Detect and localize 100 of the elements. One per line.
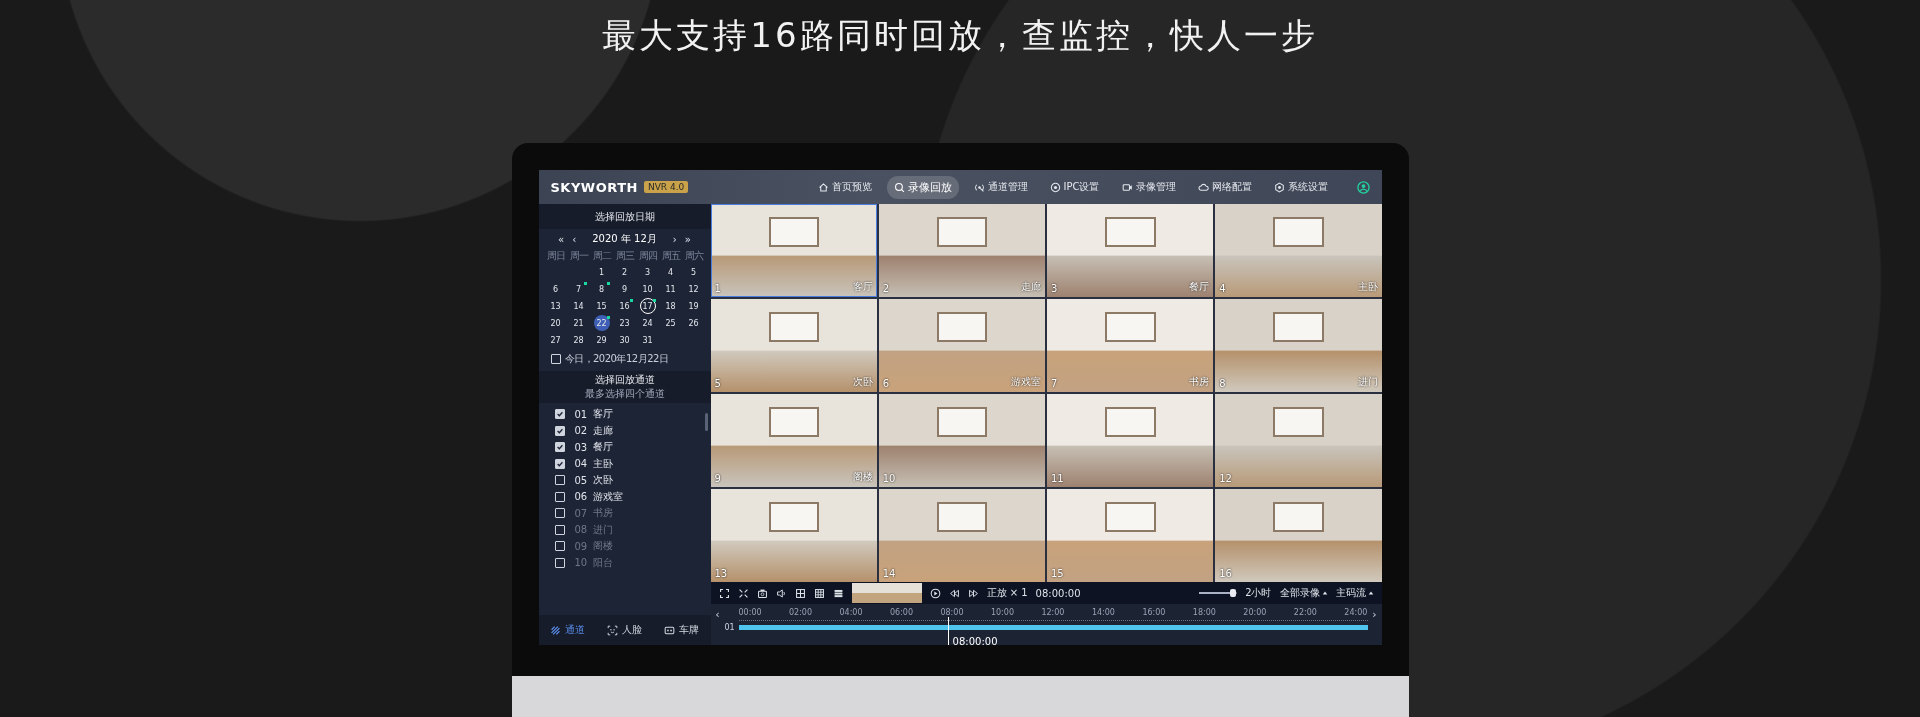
calendar-day[interactable]: 9 — [616, 281, 633, 297]
checkbox[interactable] — [554, 491, 565, 502]
calendar-day[interactable]: 3 — [639, 264, 656, 280]
volume-icon[interactable] — [775, 587, 787, 599]
calendar-day[interactable]: 23 — [616, 315, 633, 331]
calendar-day[interactable]: 19 — [685, 298, 702, 314]
calendar-day[interactable]: 6 — [547, 281, 564, 297]
play-icon[interactable] — [929, 587, 941, 599]
calendar-day[interactable]: 24 — [639, 315, 656, 331]
calendar-day[interactable]: 18 — [662, 298, 679, 314]
channel-item[interactable]: 02 走廊 — [554, 422, 675, 439]
nav-tab[interactable]: 网络配置 — [1190, 176, 1259, 198]
scrollbar[interactable] — [704, 413, 708, 431]
calendar-day[interactable]: 11 — [662, 281, 679, 297]
preview-thumbnail-placeholder — [851, 583, 922, 603]
feed-label: 次卧 — [852, 375, 873, 389]
calendar-day[interactable]: 25 — [662, 315, 679, 331]
bottom-tab[interactable]: 车牌 — [662, 621, 702, 639]
speed-button[interactable]: 正放 × 1 — [986, 586, 1028, 600]
slider-thumb[interactable] — [1230, 589, 1237, 597]
feed-number: 6 — [882, 378, 890, 389]
window-drawing — [936, 217, 988, 248]
nav-tab[interactable]: IPC设置 — [1042, 176, 1107, 198]
channel-number: 07 — [574, 507, 588, 519]
channel-item[interactable]: 01 客厅 — [554, 406, 675, 423]
calendar-day[interactable]: 31 — [639, 332, 656, 348]
checkbox[interactable] — [554, 442, 565, 453]
checkbox[interactable] — [554, 458, 565, 469]
calendar-day[interactable]: 21 — [570, 315, 587, 331]
channel-name: 进门 — [593, 522, 614, 537]
window-drawing — [1273, 407, 1324, 438]
feed-label: 客厅 — [852, 280, 873, 294]
window-drawing — [1273, 312, 1324, 343]
channel-number: 10 — [574, 557, 588, 569]
calendar-day[interactable]: 27 — [547, 332, 564, 348]
checkbox[interactable] — [554, 409, 565, 420]
nav-tab[interactable]: 录像回放 — [886, 175, 959, 199]
channel-item[interactable]: 05 次卧 — [554, 472, 675, 489]
settings-icon — [1273, 181, 1285, 193]
calendar-day[interactable]: 29 — [593, 332, 610, 348]
feed-number: 4 — [1219, 283, 1226, 294]
calendar-day[interactable]: 13 — [547, 298, 564, 314]
window-drawing — [1273, 502, 1324, 533]
feed-number: 12 — [1219, 473, 1232, 484]
weekday-label: 周二 — [591, 249, 612, 263]
bottom-tab[interactable]: 人脸 — [605, 621, 644, 639]
panel-title: 选择回放日期 — [594, 209, 655, 224]
calendar-day[interactable]: 8 — [593, 281, 610, 297]
calendar-day[interactable]: 1 — [593, 264, 610, 280]
nav-tab[interactable]: 录像管理 — [1114, 176, 1183, 198]
window-drawing — [768, 407, 820, 438]
signal-icon — [973, 181, 985, 193]
channel-item[interactable]: 03 餐厅 — [554, 439, 675, 456]
calendar-day[interactable]: 22 — [593, 315, 610, 331]
record-type-dropdown[interactable]: 全部录像 — [1279, 586, 1328, 600]
shrink-icon[interactable] — [737, 587, 749, 599]
fullscreen-icon[interactable] — [718, 587, 730, 599]
time-tick-label: 20:00 — [1243, 608, 1267, 617]
weekday-label: 周四 — [637, 249, 658, 263]
calendar-day[interactable]: 7 — [570, 281, 587, 297]
previous-year-button[interactable]: « — [556, 233, 567, 245]
next-year-button[interactable]: » — [682, 233, 693, 245]
layout-four-icon[interactable] — [794, 587, 806, 599]
calendar-day[interactable]: 16 — [616, 298, 633, 314]
channel-item[interactable]: 04 主卧 — [554, 455, 675, 472]
calendar-day[interactable]: 2 — [616, 264, 633, 280]
channel-item[interactable]: 06 游戏室 — [554, 488, 675, 505]
nav-tab[interactable]: 系统设置 — [1266, 176, 1335, 198]
nav-tab[interactable]: 通道管理 — [966, 176, 1035, 198]
nav-tab[interactable]: 首页预览 — [810, 176, 879, 198]
feed-label: 餐厅 — [1189, 280, 1210, 294]
fast-forward-icon[interactable] — [967, 587, 979, 599]
timeline-next-button[interactable]: › — [1367, 608, 1382, 621]
calendar-day[interactable]: 12 — [685, 281, 702, 297]
zoom-label: 2小时 — [1245, 586, 1272, 600]
calendar-day[interactable]: 30 — [616, 332, 633, 348]
next-month-button[interactable]: › — [670, 233, 679, 245]
timeline-previous-button[interactable]: ‹ — [710, 608, 725, 621]
calendar-day[interactable]: 5 — [685, 264, 702, 280]
user-icon[interactable] — [1356, 180, 1370, 194]
calendar-day[interactable]: 26 — [685, 315, 702, 331]
channel-name: 主卧 — [593, 456, 614, 471]
checkbox[interactable] — [554, 475, 565, 486]
layout-nine-icon[interactable] — [813, 587, 825, 599]
checkbox[interactable] — [554, 425, 565, 436]
calendar-day[interactable]: 20 — [547, 315, 564, 331]
rewind-icon[interactable] — [948, 587, 960, 599]
checkbox[interactable] — [550, 354, 561, 364]
feed-number: 11 — [1051, 473, 1064, 484]
calendar-day[interactable]: 15 — [593, 298, 610, 314]
snapshot-icon[interactable] — [756, 587, 768, 599]
calendar-day[interactable]: 4 — [662, 264, 679, 280]
layout-rows-icon[interactable] — [832, 587, 844, 599]
calendar-day[interactable]: 28 — [570, 332, 587, 348]
today-option-label: 今日，2020年12月22日 — [564, 352, 669, 366]
stream-dropdown[interactable]: 主码流 — [1335, 586, 1374, 600]
calendar-day[interactable]: 14 — [570, 298, 587, 314]
previous-month-button[interactable]: ‹ — [570, 233, 579, 245]
calendar-day[interactable]: 10 — [639, 281, 656, 297]
bottom-tab[interactable]: 通道 — [547, 621, 587, 639]
